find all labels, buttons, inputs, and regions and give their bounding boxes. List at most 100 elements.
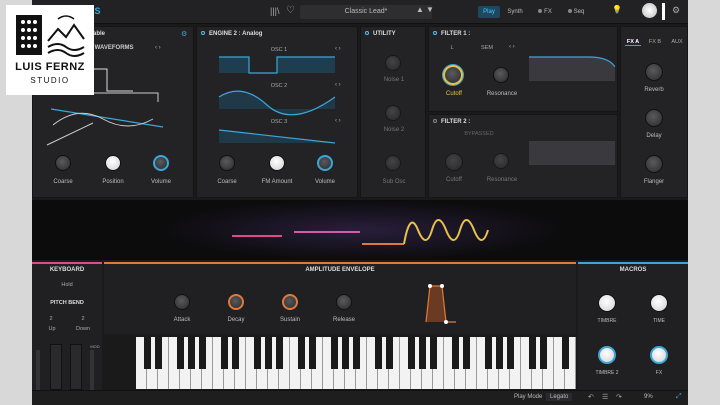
black-key[interactable] xyxy=(187,337,195,369)
black-key[interactable] xyxy=(176,337,184,369)
redo-icon[interactable]: ↷ xyxy=(616,393,622,401)
black-key[interactable] xyxy=(297,337,305,369)
reverb-label: Reverb xyxy=(644,87,664,93)
black-key[interactable] xyxy=(231,337,239,369)
sustain-knob[interactable] xyxy=(282,294,298,310)
filter1-power-icon[interactable] xyxy=(433,31,437,35)
filter2-power-icon[interactable] xyxy=(433,119,437,123)
filter1-nav-arrows[interactable]: ‹ › xyxy=(509,44,515,50)
macro-time-knob[interactable] xyxy=(650,294,668,312)
hold-button[interactable]: Hold xyxy=(52,282,82,288)
black-key[interactable] xyxy=(341,337,349,369)
black-key[interactable] xyxy=(198,337,206,369)
macro-timbre2-knob[interactable] xyxy=(598,346,616,364)
macros-title: MACROS xyxy=(619,267,647,273)
filter2-cutoff-knob[interactable] xyxy=(445,153,463,171)
heart-icon[interactable]: ♡ xyxy=(286,5,295,16)
filter1-type[interactable]: SEM xyxy=(467,45,507,51)
black-key[interactable] xyxy=(429,337,437,369)
preset-name-field[interactable]: Classic Lead* xyxy=(300,5,432,19)
mod-wheel[interactable] xyxy=(70,344,82,390)
black-key[interactable] xyxy=(385,337,393,369)
black-key[interactable] xyxy=(275,337,283,369)
pitch-down-value[interactable]: 2 xyxy=(78,316,88,322)
master-volume-knob[interactable] xyxy=(642,3,657,18)
delay-knob[interactable] xyxy=(645,109,663,127)
settings-gear-icon[interactable]: ⚙ xyxy=(672,5,680,16)
black-key[interactable] xyxy=(143,337,151,369)
decay-knob[interactable] xyxy=(228,294,244,310)
utility-title-text: UTILITY xyxy=(373,31,396,37)
engine2-coarse-knob[interactable] xyxy=(219,155,235,171)
piano-keyboard[interactable] xyxy=(136,337,576,389)
undo-icon[interactable]: ↶ xyxy=(588,393,594,401)
noise2-knob[interactable] xyxy=(385,105,401,121)
black-key[interactable] xyxy=(528,337,536,369)
fx-tab-a[interactable]: FX A xyxy=(625,39,641,46)
sub-osc-knob[interactable] xyxy=(385,155,401,171)
pitch-up-value[interactable]: 2 xyxy=(46,316,56,322)
bulb-icon[interactable]: 💡 xyxy=(612,5,622,14)
attack-knob[interactable] xyxy=(174,294,190,310)
resize-icon[interactable]: ⤢ xyxy=(676,393,682,401)
mod-scale xyxy=(90,350,94,390)
black-key[interactable] xyxy=(506,337,514,369)
seq-dot-icon xyxy=(567,9,572,14)
release-label: Release xyxy=(332,317,355,323)
flanger-knob[interactable] xyxy=(645,155,663,173)
black-key[interactable] xyxy=(220,337,228,369)
black-key[interactable] xyxy=(253,337,261,369)
black-key[interactable] xyxy=(484,337,492,369)
filter1-title-text: FILTER 1 : xyxy=(441,31,471,37)
black-key[interactable] xyxy=(330,337,338,369)
black-key[interactable] xyxy=(462,337,470,369)
engine2-volume-label: Volume xyxy=(314,179,335,185)
macro-timbre-label: TIMBRE xyxy=(597,318,617,324)
macro-fx-knob[interactable] xyxy=(650,346,668,364)
play-mode-select[interactable]: Legato xyxy=(546,393,573,401)
engine1-volume-knob[interactable] xyxy=(153,155,169,171)
preset-next-icon[interactable]: ▼ xyxy=(426,5,434,14)
black-key[interactable] xyxy=(264,337,272,369)
tab-fx[interactable]: FX xyxy=(534,6,556,18)
engine2-volume-knob[interactable] xyxy=(317,155,333,171)
black-key[interactable] xyxy=(308,337,316,369)
tab-seq[interactable]: Seq xyxy=(564,6,588,18)
engine1-volume-label: Volume xyxy=(150,179,171,185)
pitch-bend-wheel[interactable] xyxy=(50,344,62,390)
status-bar: Play Mode Legato ↶ ☰ ↷ 9% ⤢ xyxy=(32,390,688,405)
engine1-mode[interactable]: able xyxy=(93,31,105,37)
filter1-cutoff-knob[interactable] xyxy=(443,65,463,85)
preset-prev-icon[interactable]: ▲ xyxy=(416,5,424,14)
black-key[interactable] xyxy=(154,337,162,369)
engine1-link-icon[interactable]: ⚙ xyxy=(181,30,187,38)
macro-timbre-knob[interactable] xyxy=(598,294,616,312)
engine2-fm-amount-knob[interactable] xyxy=(269,155,285,171)
black-key[interactable] xyxy=(418,337,426,369)
fx-tab-aux[interactable]: AUX xyxy=(669,39,685,45)
library-icon[interactable]: |||\ xyxy=(270,6,280,16)
black-key[interactable] xyxy=(561,337,569,369)
tab-play[interactable]: Play xyxy=(478,6,500,18)
black-key[interactable] xyxy=(539,337,547,369)
engine1-nav-arrows[interactable]: ‹ › xyxy=(155,45,161,51)
engine1-position-knob[interactable] xyxy=(105,155,121,171)
history-icon[interactable]: ☰ xyxy=(602,393,608,401)
filter2-response-graph xyxy=(529,141,615,165)
engine1-coarse-knob[interactable] xyxy=(55,155,71,171)
black-key[interactable] xyxy=(407,337,415,369)
top-toolbar: TS |||\ ♡ Classic Lead* ▲ ▼ Play Synth F… xyxy=(32,0,688,24)
filter2-resonance-knob[interactable] xyxy=(493,153,509,169)
black-key[interactable] xyxy=(374,337,382,369)
black-key[interactable] xyxy=(352,337,360,369)
filter1-resonance-knob[interactable] xyxy=(493,67,509,83)
release-knob[interactable] xyxy=(336,294,352,310)
tab-synth[interactable]: Synth xyxy=(504,6,526,18)
black-key[interactable] xyxy=(451,337,459,369)
noise1-knob[interactable] xyxy=(385,55,401,71)
reverb-knob[interactable] xyxy=(645,63,663,81)
utility-power-icon[interactable] xyxy=(365,31,369,35)
black-key[interactable] xyxy=(495,337,503,369)
fx-tab-b[interactable]: FX B xyxy=(647,39,663,45)
keyboard-title: KEYBOARD xyxy=(49,267,85,273)
